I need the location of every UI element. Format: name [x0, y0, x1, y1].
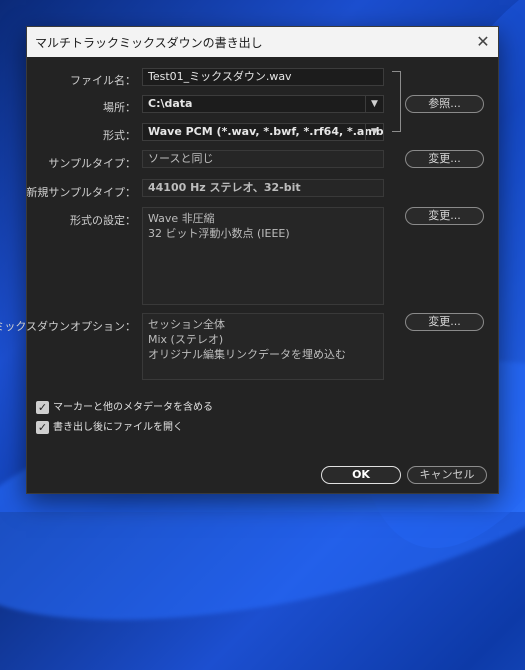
include-metadata-label: マーカーと他のメタデータを含める: [53, 402, 213, 413]
window-title: マルチトラックミックスダウンの書き出し: [35, 36, 263, 50]
location-dropdown[interactable]: C:\data ▼: [142, 95, 384, 113]
export-dialog: マルチトラックミックスダウンの書き出し ✕ ファイル名： Test01_ミックス…: [0, 26, 499, 494]
location-label: 場所：: [103, 101, 136, 114]
check-icon[interactable]: ✓: [36, 401, 49, 414]
close-icon[interactable]: ✕: [468, 27, 498, 57]
path-bracket: [392, 71, 401, 132]
cancel-button[interactable]: キャンセル: [407, 466, 487, 484]
mixdown-option-line: オリジナル編集リンクデータを埋め込む: [148, 348, 346, 361]
change-sample-type-button[interactable]: 変更...: [405, 150, 484, 168]
format-value: Wave PCM (*.wav, *.bwf, *.rf64, *.amb): [148, 125, 384, 138]
title-bar: マルチトラックミックスダウンの書き出し ✕: [27, 27, 498, 57]
check-icon[interactable]: ✓: [36, 421, 49, 434]
format-dropdown[interactable]: Wave PCM (*.wav, *.bwf, *.rf64, *.amb) ▼: [142, 123, 384, 141]
new-sample-type-label: 新規サンプルタイプ：: [26, 186, 136, 199]
format-settings-line: Wave 非圧縮: [148, 212, 215, 225]
filename-input[interactable]: Test01_ミックスダウン.wav: [142, 68, 384, 86]
open-after-export-label: 書き出し後にファイルを開く: [53, 422, 183, 433]
sample-type-label: サンプルタイプ：: [48, 157, 136, 170]
mixdown-option-line: セッション全体: [148, 318, 225, 331]
browse-button[interactable]: 参照...: [405, 95, 484, 113]
ok-button[interactable]: OK: [321, 466, 401, 484]
mixdown-options-label: ミックスダウンオプション：: [0, 320, 136, 333]
change-mixdown-options-button[interactable]: 変更...: [405, 313, 484, 331]
format-label: 形式：: [103, 129, 136, 142]
format-settings-box: Wave 非圧縮 32 ビット浮動小数点 (IEEE): [142, 207, 384, 305]
filename-label: ファイル名：: [70, 74, 136, 87]
chevron-down-icon[interactable]: ▼: [365, 124, 383, 140]
format-settings-line: 32 ビット浮動小数点 (IEEE): [148, 227, 290, 240]
chevron-down-icon[interactable]: ▼: [365, 96, 383, 112]
sample-type-value: ソースと同じ: [142, 150, 384, 168]
format-settings-label: 形式の設定：: [70, 214, 136, 227]
location-value: C:\data: [148, 97, 193, 110]
change-format-settings-button[interactable]: 変更...: [405, 207, 484, 225]
new-sample-type-value: 44100 Hz ステレオ、32-bit: [142, 179, 384, 197]
mixdown-option-line: Mix (ステレオ): [148, 333, 224, 346]
mixdown-options-box: セッション全体 Mix (ステレオ) オリジナル編集リンクデータを埋め込む: [142, 313, 384, 380]
